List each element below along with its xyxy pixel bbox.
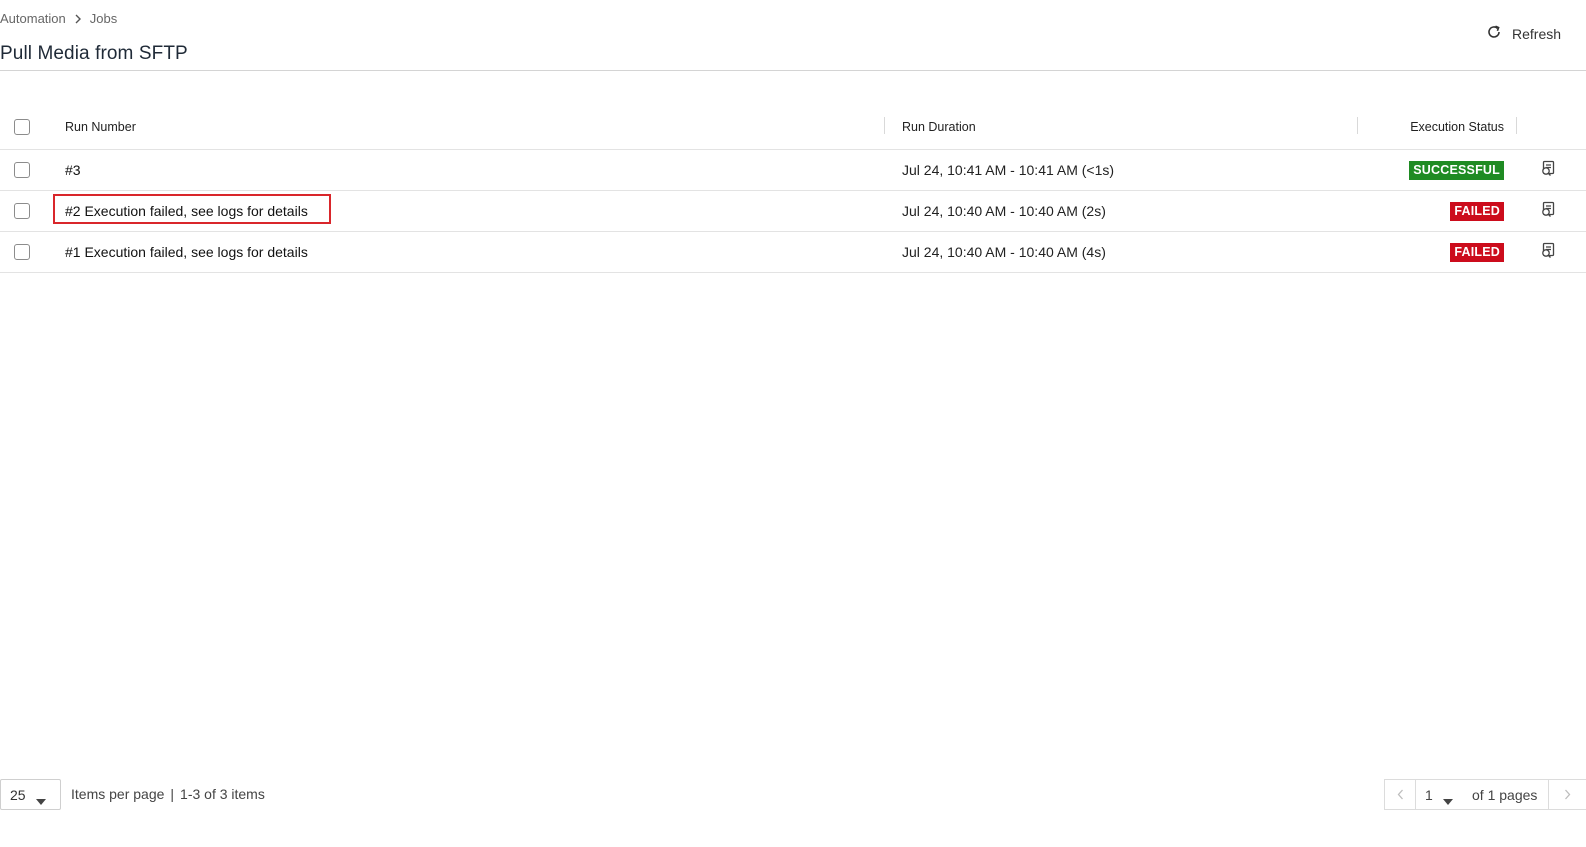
run-number[interactable]: #3	[65, 150, 81, 190]
column-divider[interactable]	[884, 117, 885, 134]
column-header-execution-status[interactable]: Execution Status	[1410, 105, 1504, 149]
next-page-button[interactable]	[1548, 780, 1586, 809]
view-logs-icon	[1540, 160, 1557, 180]
status-cell: FAILED	[1450, 232, 1504, 272]
current-page: 1	[1425, 786, 1433, 803]
breadcrumb-item-jobs[interactable]: Jobs	[90, 11, 117, 26]
refresh-label: Refresh	[1512, 25, 1562, 42]
items-per-page-label: Items per page	[71, 786, 165, 802]
select-all-checkbox[interactable]	[14, 119, 30, 135]
run-duration: Jul 24, 10:40 AM - 10:40 AM (2s)	[902, 203, 1106, 219]
table-row[interactable]: #3 Jul 24, 10:41 AM - 10:41 AM (<1s) SUC…	[0, 150, 1586, 191]
chevron-right-icon	[1564, 787, 1571, 803]
chevron-right-icon	[74, 14, 82, 24]
status-badge: SUCCESSFUL	[1409, 160, 1504, 180]
breadcrumb: Automation Jobs	[0, 11, 117, 26]
page-select[interactable]: 1	[1416, 780, 1466, 809]
breadcrumb-item-automation[interactable]: Automation	[0, 11, 66, 26]
run-duration: Jul 24, 10:40 AM - 10:40 AM (4s)	[902, 244, 1106, 260]
view-logs-button[interactable]	[1538, 150, 1558, 190]
items-per-page-select[interactable]: 25	[0, 779, 61, 810]
status-cell: FAILED	[1450, 191, 1504, 231]
caret-down-icon	[1443, 792, 1453, 808]
status-cell: SUCCESSFUL	[1409, 150, 1504, 190]
run-number[interactable]: #1 Execution failed, see logs for detail…	[65, 232, 308, 272]
chevron-left-icon	[1397, 787, 1404, 803]
items-per-page-value: 25	[10, 786, 26, 803]
row-checkbox-cell	[14, 232, 32, 272]
caret-down-icon	[36, 792, 46, 808]
view-logs-icon	[1540, 242, 1557, 262]
row-checkbox-cell	[14, 191, 32, 231]
view-logs-button[interactable]	[1538, 232, 1558, 272]
row-checkbox[interactable]	[14, 244, 30, 260]
view-logs-button[interactable]	[1538, 191, 1558, 231]
column-divider[interactable]	[1516, 117, 1517, 134]
items-range-label: 1-3 of 3 items	[180, 786, 265, 802]
row-checkbox[interactable]	[14, 162, 30, 178]
separator: |	[170, 786, 175, 802]
header-divider	[0, 70, 1586, 71]
column-header-run-duration[interactable]: Run Duration	[902, 105, 976, 149]
table-row[interactable]: #1 Execution failed, see logs for detail…	[0, 232, 1586, 273]
page: Automation Jobs Pull Media from SFTP Ref…	[0, 0, 1586, 847]
row-checkbox[interactable]	[14, 203, 30, 219]
pagination-info: Items per page | 1-3 of 3 items	[71, 786, 265, 802]
pagination: 1 of 1 pages	[1384, 779, 1586, 810]
select-all-cell	[14, 105, 32, 149]
table-row[interactable]: #2 Execution failed, see logs for detail…	[0, 191, 1586, 232]
run-duration: Jul 24, 10:41 AM - 10:41 AM (<1s)	[902, 162, 1115, 178]
refresh-button[interactable]: Refresh	[1486, 24, 1568, 43]
page-title: Pull Media from SFTP	[0, 43, 188, 64]
view-logs-icon	[1540, 201, 1557, 221]
table-header: Run Number Run Duration Execution Status	[0, 105, 1586, 150]
refresh-icon	[1486, 24, 1502, 43]
row-checkbox-cell	[14, 150, 32, 190]
column-header-run-number[interactable]: Run Number	[65, 105, 136, 149]
previous-page-button[interactable]	[1385, 780, 1416, 809]
runs-table: Run Number Run Duration Execution Status…	[0, 105, 1586, 273]
status-badge: FAILED	[1450, 242, 1504, 262]
total-pages-label: of 1 pages	[1472, 786, 1538, 803]
status-badge: FAILED	[1450, 201, 1504, 221]
run-number[interactable]: #2 Execution failed, see logs for detail…	[65, 191, 308, 231]
column-divider[interactable]	[1357, 117, 1358, 134]
